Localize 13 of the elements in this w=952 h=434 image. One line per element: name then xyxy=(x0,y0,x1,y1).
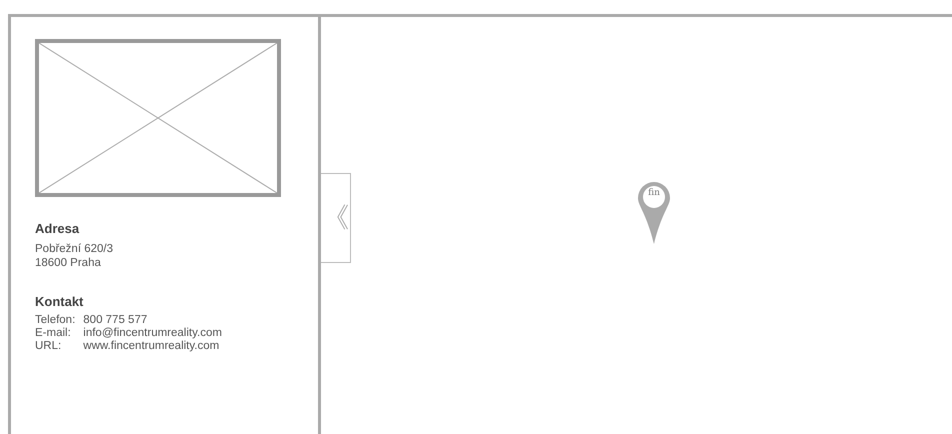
pin-label: fin xyxy=(647,187,661,200)
address-line: Pobřežní 620/3 xyxy=(35,242,114,256)
map-pin[interactable]: fin xyxy=(637,181,671,245)
address-line: 18600 Praha xyxy=(35,256,102,270)
collapse-button[interactable]: 《 xyxy=(321,173,351,263)
section-heading: Adresa xyxy=(35,220,80,238)
contact-label: E-mail: xyxy=(35,327,72,340)
section-heading: Kontakt xyxy=(35,292,84,310)
contact-value: info@fincentrumreality.com xyxy=(83,327,222,340)
contact-label: Telefon: xyxy=(35,314,84,327)
contact-label: URL: xyxy=(35,340,84,353)
contact-value: 800 775 577 xyxy=(83,314,148,327)
contact-value: www.fincentrumreality.com xyxy=(83,340,220,353)
